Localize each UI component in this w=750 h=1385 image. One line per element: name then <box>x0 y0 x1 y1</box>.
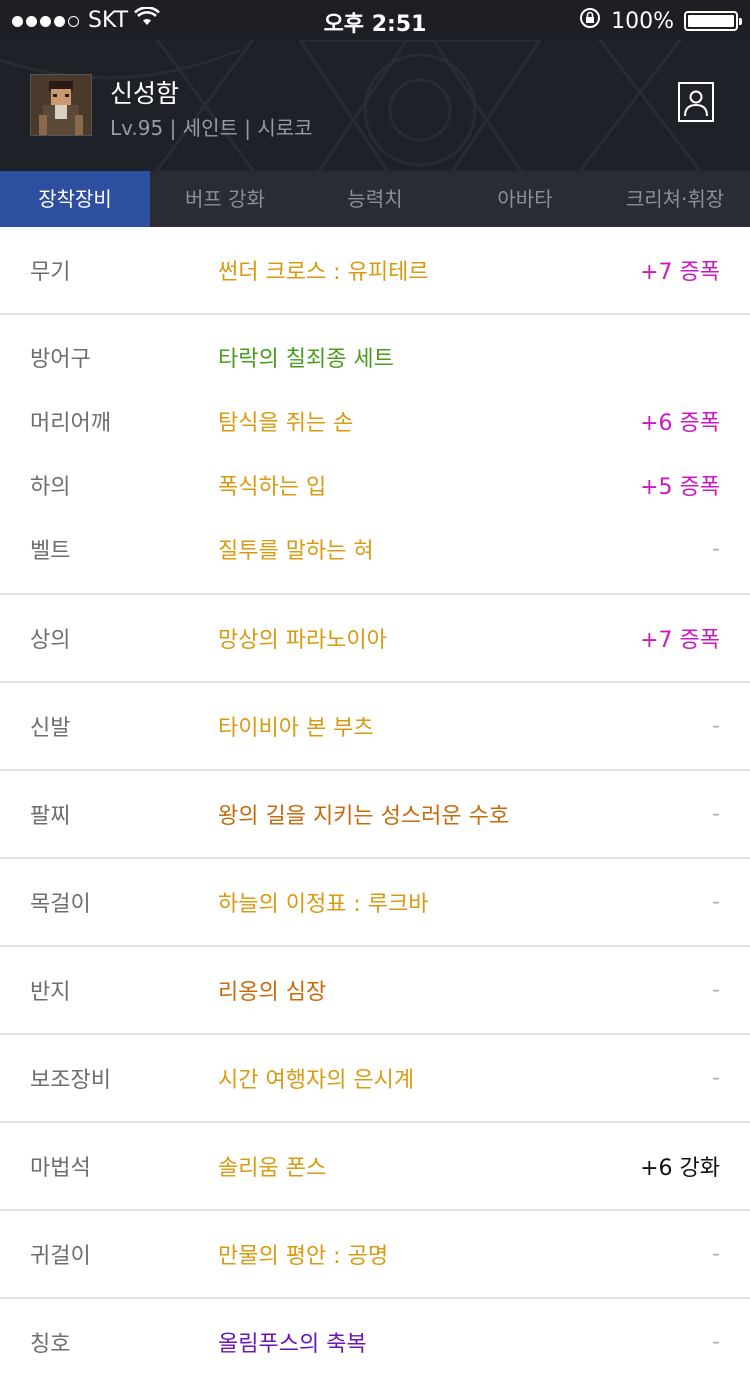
equipment-row-title[interactable]: 칭호 올림푸스의 축복 - <box>0 1299 750 1385</box>
item-name: 썬더 크로스 : 유피테르 <box>218 260 429 285</box>
slot-label: 신발 <box>30 716 71 741</box>
upgrade-value: - <box>712 1241 720 1267</box>
upgrade-value: - <box>712 1065 720 1091</box>
item-name: 질투를 말하는 혀 <box>218 539 374 564</box>
equipment-row-earring[interactable]: 귀걸이 만물의 평안 : 공명 - <box>0 1211 750 1297</box>
tab-avatar[interactable]: 아바타 <box>450 171 600 227</box>
slot-label: 무기 <box>30 260 71 285</box>
tab-equipment[interactable]: 장착장비 <box>0 171 150 227</box>
equipment-row-shoes[interactable]: 신발 타이비아 본 부츠 - <box>0 683 750 769</box>
equipment-row-ring[interactable]: 반지 리옹의 심장 - <box>0 947 750 1033</box>
upgrade-value: - <box>712 1329 720 1355</box>
equipment-group-top: 상의 망상의 파라노이아 +7 증폭 <box>0 595 750 683</box>
item-name: 타이비아 본 부츠 <box>218 716 374 741</box>
item-name: 하늘의 이정표 : 루크바 <box>218 892 429 917</box>
slot-label: 방어구 <box>30 347 91 372</box>
equipment-group-support: 보조장비 시간 여행자의 은시계 - <box>0 1035 750 1123</box>
set-name: 타락의 칠죄종 세트 <box>218 347 394 372</box>
item-name: 만물의 평안 : 공명 <box>218 1244 389 1269</box>
item-name: 시간 여행자의 은시계 <box>218 1068 415 1093</box>
equipment-list: 무기 썬더 크로스 : 유피테르 +7 증폭 방어구 타락의 칠죄종 세트 머리… <box>0 227 750 1385</box>
slot-label: 목걸이 <box>30 892 91 917</box>
battery-icon <box>684 11 742 31</box>
upgrade-value: - <box>712 713 720 739</box>
equipment-row-bracelet[interactable]: 팔찌 왕의 길을 지키는 성스러운 수호 - <box>0 771 750 857</box>
slot-label: 마법석 <box>30 1156 91 1181</box>
item-name: 탐식을 쥐는 손 <box>218 411 354 436</box>
equipment-row-magic-stone[interactable]: 마법석 솔리움 폰스 +6 강화 <box>0 1123 750 1209</box>
upgrade-value: - <box>712 889 720 915</box>
item-name: 올림푸스의 축복 <box>218 1332 367 1357</box>
equipment-group-title: 칭호 올림푸스의 축복 - <box>0 1299 750 1385</box>
equipment-group-bracelet: 팔찌 왕의 길을 지키는 성스러운 수호 - <box>0 771 750 859</box>
upgrade-value: +7 증폭 <box>640 260 720 285</box>
equipment-row-pants[interactable]: 하의 폭식하는 입 +5 증폭 <box>0 453 750 517</box>
equipment-row-support[interactable]: 보조장비 시간 여행자의 은시계 - <box>0 1035 750 1121</box>
equipment-row-armor-set[interactable]: 방어구 타락의 칠죄종 세트 <box>0 325 750 389</box>
upgrade-value: - <box>712 801 720 827</box>
slot-label: 머리어깨 <box>30 411 111 436</box>
profile-button[interactable] <box>678 82 714 122</box>
equipment-group-necklace: 목걸이 하늘의 이정표 : 루크바 - <box>0 859 750 947</box>
item-name: 리옹의 심장 <box>218 980 327 1005</box>
character-name: 신성함 <box>110 79 180 108</box>
item-name: 망상의 파라노이아 <box>218 628 387 653</box>
slot-label: 보조장비 <box>30 1068 111 1093</box>
tab-buff[interactable]: 버프 강화 <box>150 171 300 227</box>
upgrade-value: - <box>712 536 720 562</box>
tab-stats[interactable]: 능력치 <box>300 171 450 227</box>
equipment-row-top[interactable]: 상의 망상의 파라노이아 +7 증폭 <box>0 595 750 681</box>
person-icon <box>684 90 708 117</box>
character-avatar[interactable] <box>30 74 92 136</box>
slot-label: 하의 <box>30 475 71 500</box>
slot-label: 팔찌 <box>30 804 71 829</box>
item-name: 폭식하는 입 <box>218 475 327 500</box>
equipment-row-belt[interactable]: 벨트 질투를 말하는 혀 - <box>0 517 750 581</box>
slot-label: 칭호 <box>30 1332 71 1357</box>
equipment-row-weapon[interactable]: 무기 썬더 크로스 : 유피테르 +7 증폭 <box>0 227 750 313</box>
equipment-row-shoulder[interactable]: 머리어깨 탐식을 쥐는 손 +6 증폭 <box>0 389 750 453</box>
equipment-group-earring: 귀걸이 만물의 평안 : 공명 - <box>0 1211 750 1299</box>
slot-label: 벨트 <box>30 539 71 564</box>
equipment-group-armor: 방어구 타락의 칠죄종 세트 머리어깨 탐식을 쥐는 손 +6 증폭 하의 폭식… <box>0 315 750 595</box>
character-header: 신성함 Lv.95 | 세인트 | 시로코 <box>0 40 750 171</box>
equipment-group-magic-stone: 마법석 솔리움 폰스 +6 강화 <box>0 1123 750 1211</box>
equipment-group-shoes: 신발 타이비아 본 부츠 - <box>0 683 750 771</box>
status-bar: SKT 오후 2:51 100% <box>0 0 750 40</box>
character-info: Lv.95 | 세인트 | 시로코 <box>110 116 313 140</box>
equipment-row-necklace[interactable]: 목걸이 하늘의 이정표 : 루크바 - <box>0 859 750 945</box>
battery-percent: 100% <box>611 8 674 34</box>
item-name: 솔리움 폰스 <box>218 1156 327 1181</box>
upgrade-value: +6 증폭 <box>640 411 720 436</box>
upgrade-value: - <box>712 977 720 1003</box>
upgrade-value: +7 증폭 <box>640 628 720 653</box>
slot-label: 귀걸이 <box>30 1244 91 1269</box>
equipment-group-ring: 반지 리옹의 심장 - <box>0 947 750 1035</box>
upgrade-value: +6 강화 <box>640 1156 720 1181</box>
upgrade-value: +5 증폭 <box>640 475 720 500</box>
rotation-lock-icon <box>579 7 601 35</box>
equipment-group-weapon: 무기 썬더 크로스 : 유피테르 +7 증폭 <box>0 227 750 315</box>
tab-bar: 장착장비 버프 강화 능력치 아바타 크리쳐·휘장 <box>0 171 750 227</box>
tab-creature-emblem[interactable]: 크리쳐·휘장 <box>600 171 750 227</box>
slot-label: 반지 <box>30 980 71 1005</box>
slot-label: 상의 <box>30 628 71 653</box>
item-name: 왕의 길을 지키는 성스러운 수호 <box>218 804 510 829</box>
